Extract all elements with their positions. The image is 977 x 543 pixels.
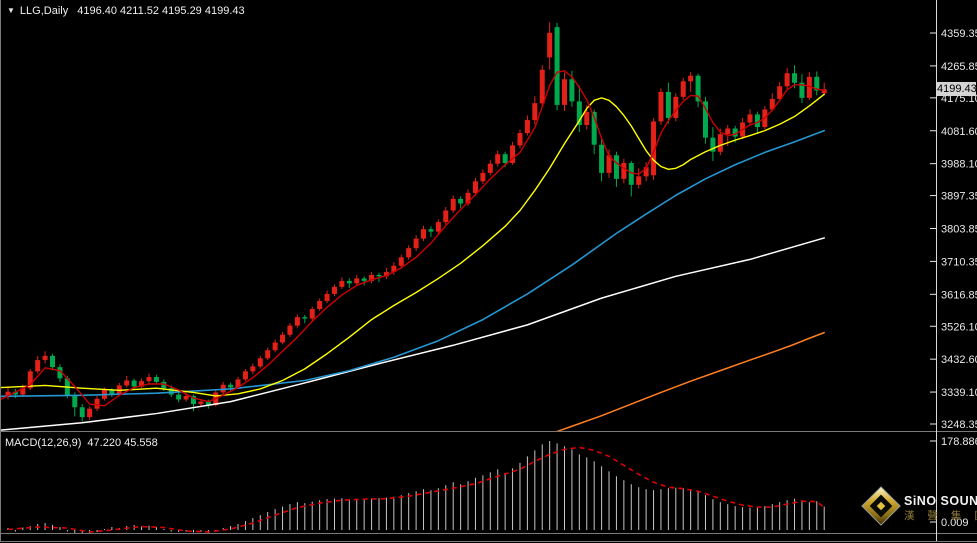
sino-sound-logo-icon	[862, 487, 900, 525]
price-axis-label: 3432.60	[941, 354, 977, 366]
mt4-chart-window: 4359.35 4265.85 4175.10 4081.60 3988.10 3897.…	[0, 0, 977, 543]
price-axis-label: 3897.35	[941, 191, 977, 203]
price-axis-label: 3339.10	[941, 387, 977, 399]
macd-indicator-label: MACD(12,26,9)	[5, 437, 82, 449]
symbol-label: LLG,Daily	[19, 5, 69, 17]
price-axis-label: 3616.85	[941, 289, 977, 301]
price-axis-label: 3710.35	[941, 256, 977, 268]
price-axis-label: 3248.35	[941, 419, 977, 431]
price-axis-label: 4081.60	[941, 126, 977, 138]
macd-title: MACD(12,26,9) 47.220 45.558	[5, 437, 158, 449]
price-axis-label: 3988.10	[941, 159, 977, 171]
watermark-brand: SiNO SOUND	[904, 494, 977, 508]
macd-axis-label: 178.886	[941, 436, 977, 448]
price-axis-label: 4265.85	[941, 61, 977, 73]
symbol-ohlc-values: 4196.40 4211.52 4195.29 4199.43	[77, 5, 245, 17]
price-axis-label: 3526.10	[941, 321, 977, 333]
symbol-dropdown-icon[interactable]: ▼	[7, 6, 15, 15]
watermark: SiNO SOUND 漢 聲 集 團	[860, 487, 977, 537]
symbol-info: ▼ LLG,Daily 4196.40 4211.52 4195.29 4199.4…	[7, 5, 245, 17]
price-axis-label: 3803.85	[941, 224, 977, 236]
logo-core	[876, 501, 886, 511]
watermark-text: SiNO SOUND 漢 聲 集 團	[904, 494, 977, 523]
current-price-label: 4199.43	[937, 82, 977, 96]
price-axis-label: 4359.35	[941, 28, 977, 40]
chart-background	[0, 0, 977, 543]
macd-current-values: 47.220 45.558	[87, 437, 158, 449]
chart-canvas[interactable]: 4359.354265.854175.104081.603988.103897.…	[0, 0, 977, 543]
watermark-brand-chinese: 漢 聲 集 團	[904, 510, 977, 522]
logo-inner-facet	[869, 494, 893, 518]
